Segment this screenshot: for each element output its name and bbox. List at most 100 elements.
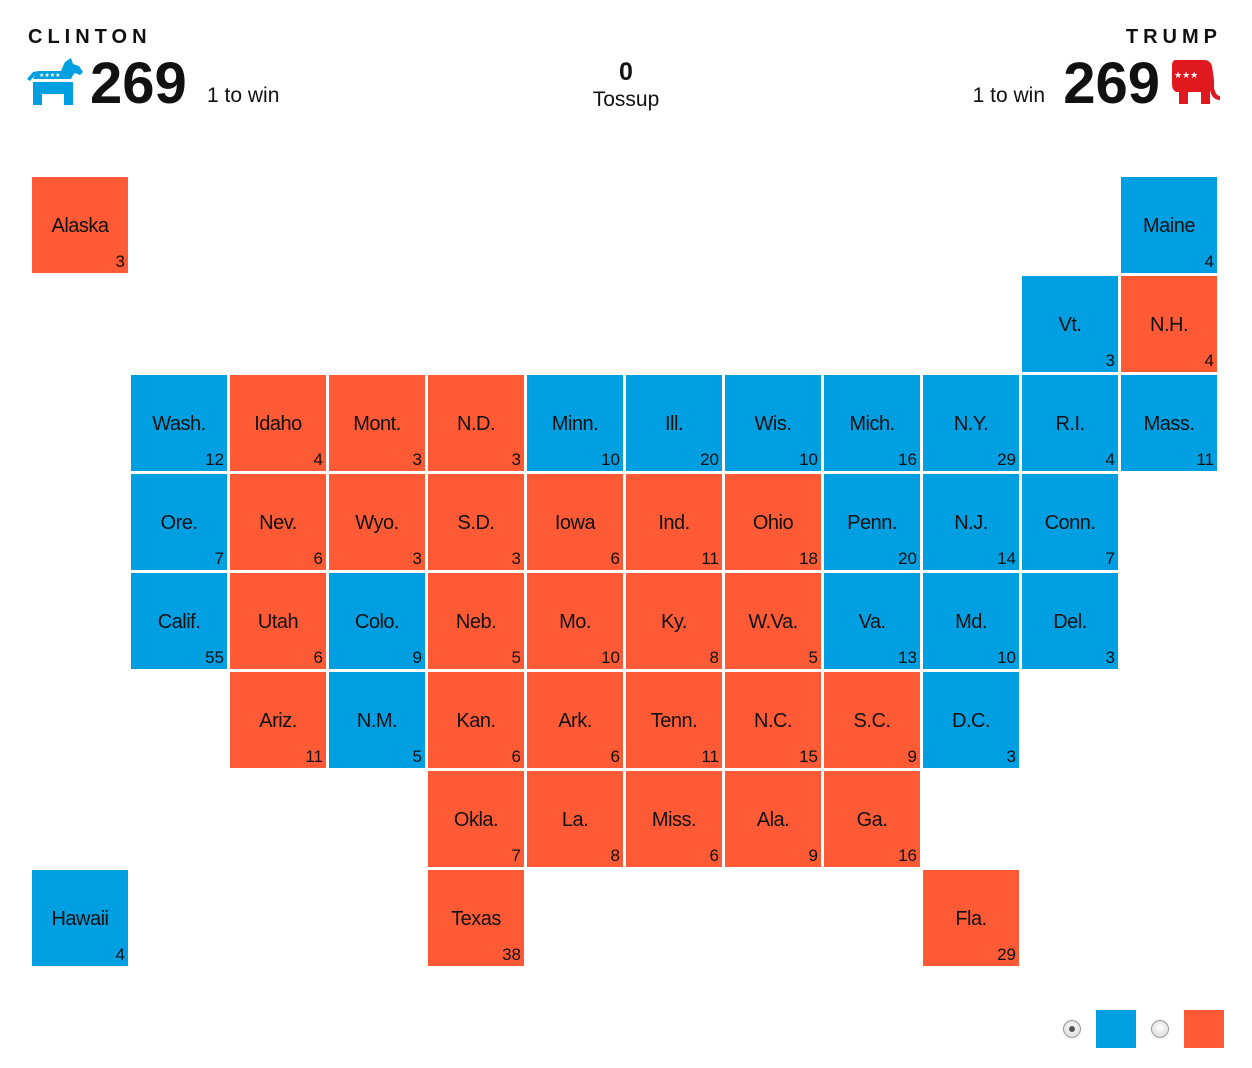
state-tile-ky[interactable]: Ky. 8 — [626, 573, 722, 669]
state-tile-nc[interactable]: N.C. 15 — [725, 672, 821, 768]
state-name: Miss. — [651, 809, 697, 831]
electoral-votes: 9 — [412, 648, 422, 667]
state-tile-dc[interactable]: D.C. 3 — [923, 672, 1019, 768]
state-tile-del[interactable]: Del. 3 — [1022, 573, 1118, 669]
legend-radio-dem[interactable] — [1063, 1020, 1081, 1038]
state-tile-ala[interactable]: Ala. 9 — [725, 771, 821, 867]
state-tile-nj[interactable]: N.J. 14 — [923, 474, 1019, 570]
state-name: Ky. — [661, 611, 687, 633]
state-name: Colo. — [354, 611, 400, 633]
state-tile-sd[interactable]: S.D. 3 — [428, 474, 524, 570]
state-tile-vt[interactable]: Vt. 3 — [1022, 276, 1118, 372]
electoral-votes: 38 — [502, 945, 521, 964]
state-name: N.C. — [754, 710, 793, 732]
state-tile-neb[interactable]: Neb. 5 — [428, 573, 524, 669]
electoral-votes: 4 — [115, 945, 125, 964]
state-name: Hawaii — [51, 908, 109, 930]
electoral-votes: 5 — [511, 648, 521, 667]
electoral-votes: 3 — [115, 252, 125, 271]
electoral-votes: 9 — [907, 747, 917, 766]
electoral-votes: 7 — [1105, 549, 1115, 568]
state-name: Ala. — [756, 809, 790, 831]
electoral-votes: 6 — [610, 747, 620, 766]
state-tile-penn[interactable]: Penn. 20 — [824, 474, 920, 570]
state-tile-nm[interactable]: N.M. 5 — [329, 672, 425, 768]
electoral-votes: 15 — [799, 747, 818, 766]
electoral-votes: 16 — [898, 450, 917, 469]
state-tile-alaska[interactable]: Alaska 3 — [32, 177, 128, 273]
electoral-votes: 3 — [1105, 648, 1115, 667]
state-tile-mich[interactable]: Mich. 16 — [824, 375, 920, 471]
electoral-votes: 4 — [1105, 450, 1115, 469]
state-tile-mont[interactable]: Mont. 3 — [329, 375, 425, 471]
state-name: Mont. — [353, 413, 401, 435]
state-tile-okla[interactable]: Okla. 7 — [428, 771, 524, 867]
state-name: Idaho — [254, 413, 302, 435]
electoral-tile-map: Alaska 3 Maine 4 Vt. 3 N.H. 4 Wash. 12 Idaho 4 Mont.… — [0, 0, 1252, 1000]
electoral-votes: 29 — [997, 450, 1016, 469]
state-tile-maine[interactable]: Maine 4 — [1121, 177, 1217, 273]
state-tile-nev[interactable]: Nev. 6 — [230, 474, 326, 570]
state-tile-ny[interactable]: N.Y. 29 — [923, 375, 1019, 471]
state-tile-ohio[interactable]: Ohio 18 — [725, 474, 821, 570]
state-tile-wis[interactable]: Wis. 10 — [725, 375, 821, 471]
state-name: Ore. — [160, 512, 198, 534]
state-tile-wash[interactable]: Wash. 12 — [131, 375, 227, 471]
state-tile-tenn[interactable]: Tenn. 11 — [626, 672, 722, 768]
state-tile-ga[interactable]: Ga. 16 — [824, 771, 920, 867]
state-tile-texas[interactable]: Texas 38 — [428, 870, 524, 966]
state-name: N.J. — [954, 512, 988, 534]
electoral-votes: 4 — [1204, 252, 1214, 271]
state-tile-ark[interactable]: Ark. 6 — [527, 672, 623, 768]
state-tile-conn[interactable]: Conn. 7 — [1022, 474, 1118, 570]
state-tile-fla[interactable]: Fla. 29 — [923, 870, 1019, 966]
state-tile-miss[interactable]: Miss. 6 — [626, 771, 722, 867]
state-name: Ark. — [558, 710, 592, 732]
electoral-votes: 10 — [601, 450, 620, 469]
state-name: Texas — [451, 908, 501, 930]
state-tile-ore[interactable]: Ore. 7 — [131, 474, 227, 570]
state-tile-kan[interactable]: Kan. 6 — [428, 672, 524, 768]
state-tile-nd[interactable]: N.D. 3 — [428, 375, 524, 471]
state-tile-ri[interactable]: R.I. 4 — [1022, 375, 1118, 471]
state-tile-mass[interactable]: Mass. 11 — [1121, 375, 1217, 471]
state-name: S.C. — [853, 710, 891, 732]
state-tile-utah[interactable]: Utah 6 — [230, 573, 326, 669]
state-tile-wva[interactable]: W.Va. 5 — [725, 573, 821, 669]
state-name: Mass. — [1143, 413, 1195, 435]
electoral-votes: 4 — [1204, 351, 1214, 370]
state-tile-iowa[interactable]: Iowa 6 — [527, 474, 623, 570]
electoral-votes: 6 — [313, 648, 323, 667]
state-name: Alaska — [51, 215, 109, 237]
state-name: Kan. — [456, 710, 496, 732]
electoral-votes: 6 — [313, 549, 323, 568]
state-tile-hawaii[interactable]: Hawaii 4 — [32, 870, 128, 966]
legend-radio-rep[interactable] — [1151, 1020, 1169, 1038]
electoral-votes: 3 — [1006, 747, 1016, 766]
state-tile-sc[interactable]: S.C. 9 — [824, 672, 920, 768]
electoral-votes: 3 — [511, 450, 521, 469]
state-tile-idaho[interactable]: Idaho 4 — [230, 375, 326, 471]
state-name: Ind. — [658, 512, 690, 534]
state-tile-ill[interactable]: Ill. 20 — [626, 375, 722, 471]
state-tile-md[interactable]: Md. 10 — [923, 573, 1019, 669]
state-tile-mo[interactable]: Mo. 10 — [527, 573, 623, 669]
state-tile-wyo[interactable]: Wyo. 3 — [329, 474, 425, 570]
state-name: Penn. — [847, 512, 897, 534]
electoral-votes: 14 — [997, 549, 1016, 568]
state-tile-ind[interactable]: Ind. 11 — [626, 474, 722, 570]
state-name: W.Va. — [748, 611, 798, 633]
electoral-votes: 5 — [808, 648, 818, 667]
state-tile-minn[interactable]: Minn. 10 — [527, 375, 623, 471]
legend-swatch-rep[interactable] — [1184, 1010, 1224, 1048]
state-tile-va[interactable]: Va. 13 — [824, 573, 920, 669]
state-tile-calif[interactable]: Calif. 55 — [131, 573, 227, 669]
state-tile-nh[interactable]: N.H. 4 — [1121, 276, 1217, 372]
electoral-votes: 9 — [808, 846, 818, 865]
state-name: Okla. — [453, 809, 499, 831]
state-tile-la[interactable]: La. 8 — [527, 771, 623, 867]
state-name: S.D. — [457, 512, 495, 534]
state-tile-ariz[interactable]: Ariz. 11 — [230, 672, 326, 768]
state-tile-colo[interactable]: Colo. 9 — [329, 573, 425, 669]
legend-swatch-dem[interactable] — [1096, 1010, 1136, 1048]
